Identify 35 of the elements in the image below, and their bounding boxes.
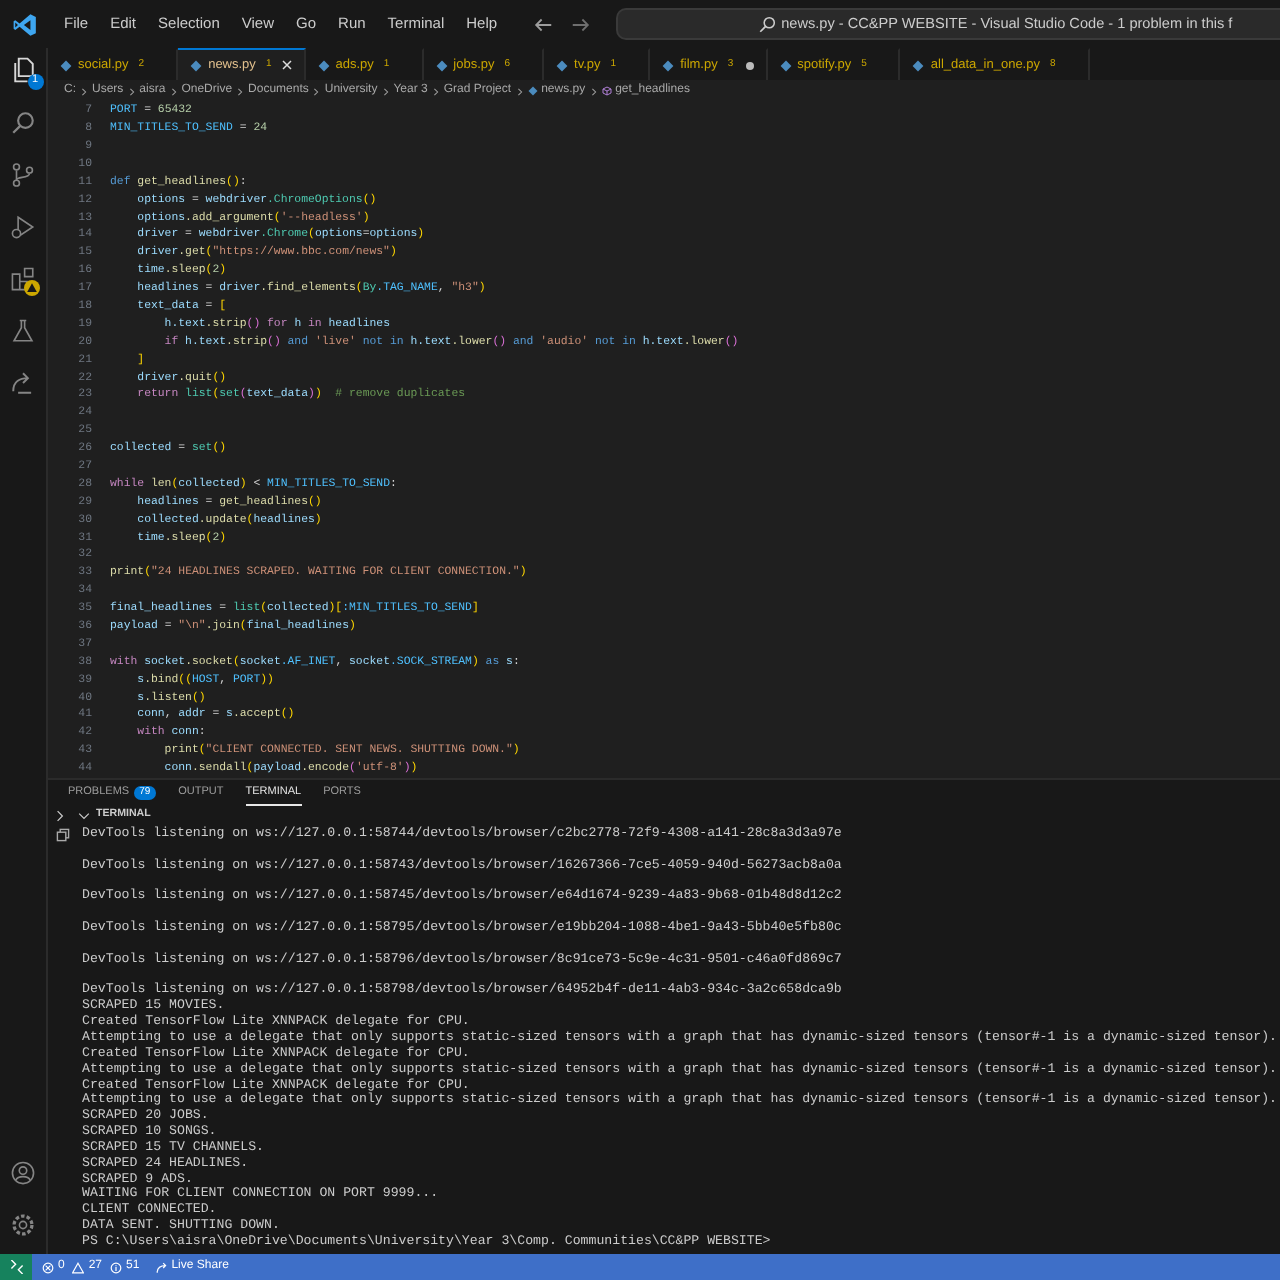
cube-icon xyxy=(601,86,612,96)
warning-icon xyxy=(72,1261,85,1273)
python-file-icon xyxy=(435,59,448,71)
search-icon xyxy=(757,15,776,33)
chevron-down-icon[interactable] xyxy=(78,810,90,822)
back-arrow-icon[interactable] xyxy=(531,13,554,35)
python-file-icon xyxy=(662,59,675,71)
branch-icon[interactable] xyxy=(10,162,36,188)
error-icon xyxy=(42,1261,54,1273)
flask-icon[interactable] xyxy=(10,318,36,344)
share-arrow-icon xyxy=(155,1261,168,1273)
remote-icon xyxy=(9,1260,23,1274)
app-logo-icon xyxy=(12,11,38,37)
share-arrow-icon[interactable] xyxy=(10,370,36,396)
settings-icon[interactable] xyxy=(10,1212,36,1238)
python-file-icon xyxy=(912,59,925,71)
search-icon[interactable] xyxy=(10,110,36,136)
chevron-right-icon xyxy=(80,87,88,95)
python-file-icon xyxy=(60,59,72,71)
chevron-right-icon[interactable] xyxy=(54,810,66,822)
python-file-icon xyxy=(527,86,538,96)
extensions-icon[interactable] xyxy=(10,266,36,292)
info-icon xyxy=(110,1261,123,1273)
remote-button[interactable] xyxy=(0,1254,32,1280)
close-icon[interactable] xyxy=(281,60,292,70)
python-file-icon xyxy=(317,59,330,71)
python-file-icon xyxy=(190,59,203,71)
run-debug-icon[interactable] xyxy=(10,214,36,240)
forward-arrow-icon[interactable] xyxy=(569,13,592,35)
account-icon[interactable] xyxy=(10,1160,36,1186)
terminal-icon[interactable] xyxy=(55,828,69,842)
python-file-icon xyxy=(556,59,569,71)
python-file-icon xyxy=(779,59,792,71)
warning-badge-icon xyxy=(24,280,40,296)
files-icon[interactable] xyxy=(9,56,37,84)
